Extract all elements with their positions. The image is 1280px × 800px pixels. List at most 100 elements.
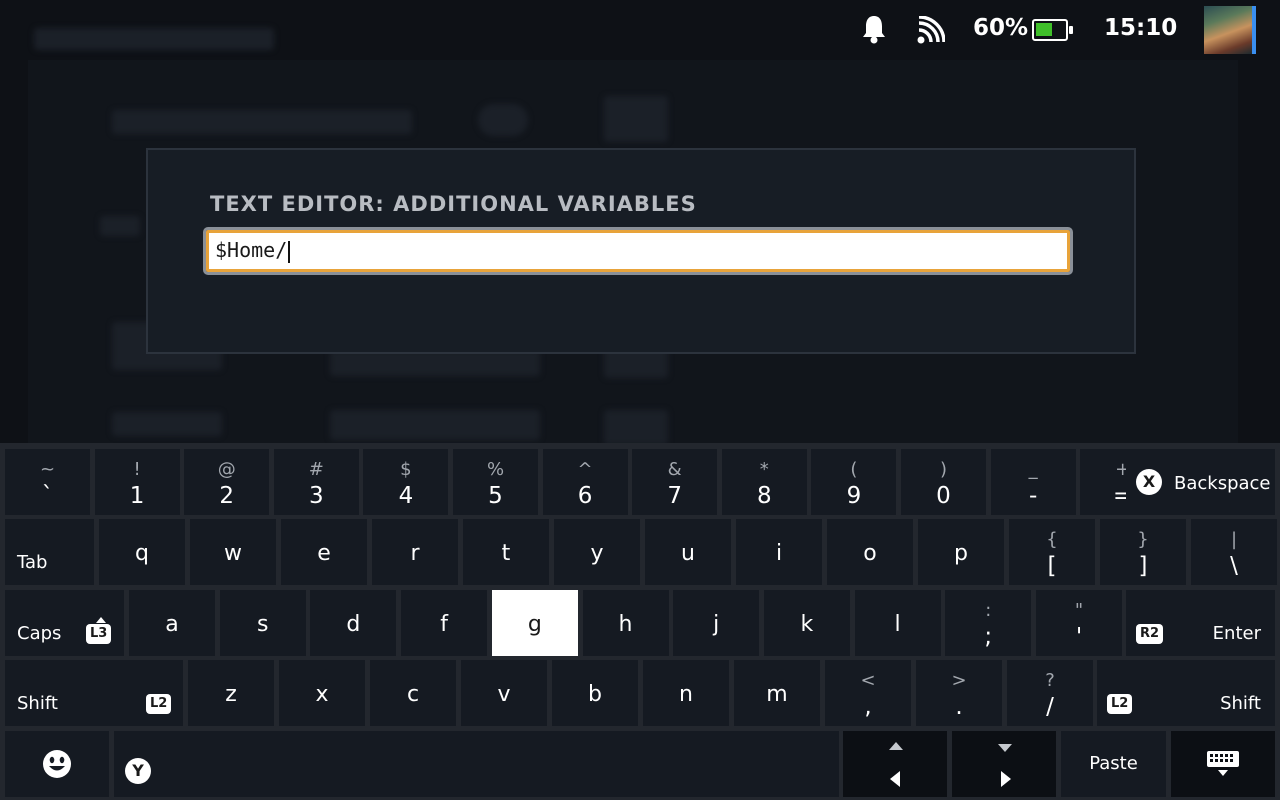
key-symbol[interactable]: }]	[1100, 519, 1186, 585]
key-h[interactable]: h	[582, 590, 669, 656]
key-main-char: f	[440, 612, 448, 637]
key-3[interactable]: #3	[273, 449, 359, 515]
key-main-char: q	[135, 541, 149, 566]
key-symbol[interactable]: ? /	[1007, 660, 1093, 726]
paste-key[interactable]: Paste	[1061, 731, 1166, 797]
tab-key[interactable]: Tab	[5, 519, 94, 585]
key-i[interactable]: i	[736, 519, 822, 585]
key-symbol[interactable]: " '	[1036, 590, 1122, 656]
key-r[interactable]: r	[372, 519, 458, 585]
avatar[interactable]	[1204, 6, 1256, 54]
key-main-char: 1	[129, 483, 145, 509]
key-shift-char: *	[759, 459, 769, 480]
key-main-char: w	[224, 541, 242, 566]
key-main-char: 5	[488, 483, 503, 509]
key-f[interactable]: f	[401, 590, 488, 656]
key-shift-char: _	[1028, 459, 1038, 480]
backspace-key[interactable]: X Backspace	[1126, 449, 1275, 515]
arrow-up-icon	[889, 742, 903, 750]
key-v[interactable]: v	[461, 660, 547, 726]
key-4[interactable]: $4	[363, 449, 449, 515]
key-symbol[interactable]: :;	[945, 590, 1032, 656]
key-2[interactable]: @2	[184, 449, 270, 515]
tab-label: Tab	[17, 552, 48, 573]
key-n[interactable]: n	[643, 660, 729, 726]
key-5[interactable]: % 5	[453, 449, 538, 515]
key-b[interactable]: b	[552, 660, 638, 726]
key-j[interactable]: j	[673, 590, 760, 656]
key-0[interactable]: ) 0	[901, 449, 986, 515]
enter-key[interactable]: R2 Enter	[1126, 590, 1275, 656]
shift-right-key[interactable]: L2 Shift	[1097, 660, 1275, 726]
key-main-char: '	[1075, 624, 1083, 650]
key-7[interactable]: & 7	[632, 449, 718, 515]
backspace-label: Backspace	[1174, 473, 1271, 494]
key-z[interactable]: z	[188, 660, 274, 726]
emoji-key[interactable]	[5, 731, 109, 797]
cursor-right-key[interactable]	[952, 731, 1056, 797]
key-shift-char: ^	[577, 459, 593, 480]
key-symbol[interactable]: <,	[825, 660, 911, 726]
key-shift-char: &	[667, 459, 682, 480]
key-main-char: ;	[984, 624, 993, 650]
caps-key[interactable]: Caps L3	[5, 590, 124, 656]
key-main-char: 3	[308, 483, 324, 509]
key-shift-char: >	[951, 670, 967, 691]
bell-icon[interactable]	[861, 14, 887, 48]
key-1[interactable]: ! 1	[94, 449, 180, 515]
key-main-char: ]	[1138, 553, 1148, 579]
key-6[interactable]: ^ 6	[542, 449, 628, 515]
emoji-icon	[42, 749, 72, 783]
key-symbol[interactable]: _ -	[990, 449, 1076, 515]
key-symbol[interactable]: ~ `	[5, 449, 90, 515]
key-q[interactable]: q	[99, 519, 185, 585]
key-shift-char: }	[1137, 529, 1149, 550]
cursor-left-key[interactable]	[843, 731, 947, 797]
key-a[interactable]: a	[129, 590, 215, 656]
key-l[interactable]: l	[854, 590, 941, 656]
key-main-char: 4	[398, 483, 414, 509]
key-symbol[interactable]: {[	[1009, 519, 1095, 585]
key-main-char: c	[406, 682, 420, 707]
key-k[interactable]: k	[763, 590, 850, 656]
key-o[interactable]: o	[827, 519, 913, 585]
text-editor-input[interactable]: $Home/	[203, 227, 1073, 275]
key-main-char: 9	[846, 483, 862, 509]
key-main-char: /	[1046, 694, 1054, 720]
space-key[interactable]: Y	[114, 731, 839, 797]
key-8[interactable]: * 8	[721, 449, 807, 515]
key-symbol[interactable]: | \	[1191, 519, 1277, 585]
clock: 15:10	[1104, 15, 1178, 41]
key-symbol[interactable]: >.	[916, 660, 1002, 726]
key-m[interactable]: m	[734, 660, 820, 726]
key-s[interactable]: s	[219, 590, 306, 656]
key-shift-char: #	[308, 459, 324, 480]
key-main-char: z	[225, 682, 237, 707]
key-main-char: 7	[667, 483, 682, 509]
key-shift-char: !	[133, 459, 141, 480]
key-main-char: j	[713, 612, 720, 637]
key-e[interactable]: e	[281, 519, 367, 585]
key-shift-char: @	[217, 459, 236, 480]
key-g[interactable]: g	[491, 590, 578, 656]
key-u[interactable]: u	[645, 519, 731, 585]
l3-badge: L3	[86, 624, 112, 644]
key-w[interactable]: w	[190, 519, 276, 585]
keyboard-toggle-key[interactable]	[1171, 731, 1275, 797]
key-y[interactable]: y	[554, 519, 640, 585]
background-button	[604, 410, 668, 445]
key-t[interactable]: t	[463, 519, 549, 585]
key-main-char: l	[894, 612, 901, 637]
key-main-char: b	[588, 682, 602, 707]
key-c[interactable]: c	[370, 660, 456, 726]
key-9[interactable]: (9	[811, 449, 897, 515]
key-p[interactable]: p	[918, 519, 1004, 585]
key-shift-char: {	[1046, 529, 1058, 550]
shift-left-key[interactable]: Shift L2	[5, 660, 183, 726]
text-editor-dialog: TEXT EDITOR: ADDITIONAL VARIABLES $Home/	[146, 148, 1136, 354]
l2-badge: L2	[146, 694, 172, 714]
key-d[interactable]: d	[310, 590, 397, 656]
key-x[interactable]: x	[279, 660, 365, 726]
key-main-char: v	[497, 682, 511, 707]
key-shift-char: $	[400, 459, 412, 480]
